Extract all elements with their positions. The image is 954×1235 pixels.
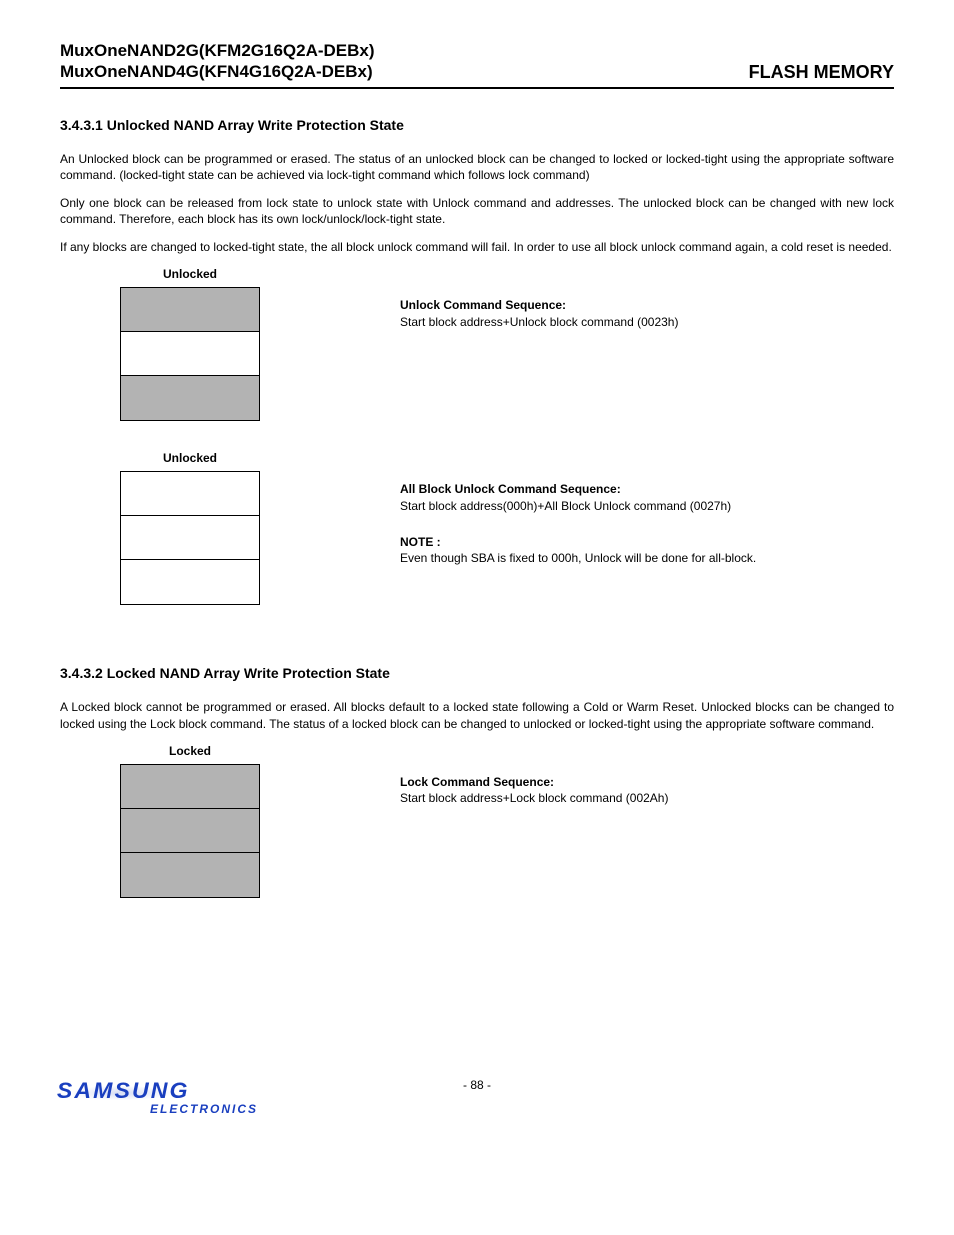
section1-para1: An Unlocked block can be programmed or e…: [60, 151, 894, 183]
lock-seq-body: Start block address+Lock block command (…: [400, 790, 894, 806]
block-segment-unlocked: [121, 332, 259, 376]
header-right: FLASH MEMORY: [749, 62, 894, 83]
unlock-seq-body: Start block address+Unlock block command…: [400, 314, 894, 330]
block-segment-unlocked: [121, 516, 259, 560]
header-left: MuxOneNAND2G(KFM2G16Q2A-DEBx) MuxOneNAND…: [60, 40, 375, 83]
block-segment-locked: [121, 853, 259, 897]
product-line-2: MuxOneNAND4G(KFN4G16Q2A-DEBx): [60, 61, 375, 82]
figure-text-2: All Block Unlock Command Sequence: Start…: [400, 451, 894, 566]
unlock-seq-title: Unlock Command Sequence:: [400, 297, 894, 313]
figure-unlock-all: Unlocked All Block Unlock Command Sequen…: [60, 451, 894, 605]
product-line-1: MuxOneNAND2G(KFM2G16Q2A-DEBx): [60, 40, 375, 61]
section-heading-1: 3.4.3.1 Unlocked NAND Array Write Protec…: [60, 117, 894, 133]
page-footer: SAMSUNG ELECTRONICS - 88 -: [60, 1078, 894, 1092]
section1-para2: Only one block can be released from lock…: [60, 195, 894, 227]
page-header: MuxOneNAND2G(KFM2G16Q2A-DEBx) MuxOneNAND…: [60, 40, 894, 89]
block-stack-3: [120, 764, 260, 898]
figure-text-3: Lock Command Sequence: Start block addre…: [400, 744, 894, 806]
section2-para1: A Locked block cannot be programmed or e…: [60, 699, 894, 731]
section-heading-2: 3.4.3.2 Locked NAND Array Write Protecti…: [60, 665, 894, 681]
note-label: NOTE :: [400, 534, 894, 550]
diagram-lock: Locked: [60, 744, 320, 898]
electronics-word: ELECTRONICS: [150, 1102, 258, 1116]
block-stack-2: [120, 471, 260, 605]
allunlock-seq-body: Start block address(000h)+All Block Unlo…: [400, 498, 894, 514]
figure-text-1: Unlock Command Sequence: Start block add…: [400, 267, 894, 329]
allunlock-seq-title: All Block Unlock Command Sequence:: [400, 481, 894, 497]
block-segment-locked: [121, 765, 259, 809]
diagram-label-3: Locked: [60, 744, 320, 758]
section1-para3: If any blocks are changed to locked-tigh…: [60, 239, 894, 255]
diagram-label-2: Unlocked: [60, 451, 320, 465]
samsung-logo: SAMSUNG ELECTRONICS: [60, 1078, 258, 1116]
diagram-unlock-single: Unlocked: [60, 267, 320, 421]
block-segment-locked: [121, 376, 259, 420]
block-segment-locked: [121, 809, 259, 853]
figure-unlock-single: Unlocked Unlock Command Sequence: Start …: [60, 267, 894, 421]
diagram-unlock-all: Unlocked: [60, 451, 320, 605]
block-stack-1: [120, 287, 260, 421]
block-segment-unlocked: [121, 560, 259, 604]
lock-seq-title: Lock Command Sequence:: [400, 774, 894, 790]
block-segment-locked: [121, 288, 259, 332]
note-body: Even though SBA is fixed to 000h, Unlock…: [400, 550, 894, 566]
samsung-wordmark: SAMSUNG: [57, 1078, 190, 1104]
block-segment-unlocked: [121, 472, 259, 516]
figure-lock: Locked Lock Command Sequence: Start bloc…: [60, 744, 894, 898]
page-number: - 88 -: [463, 1078, 491, 1092]
diagram-label-1: Unlocked: [60, 267, 320, 281]
